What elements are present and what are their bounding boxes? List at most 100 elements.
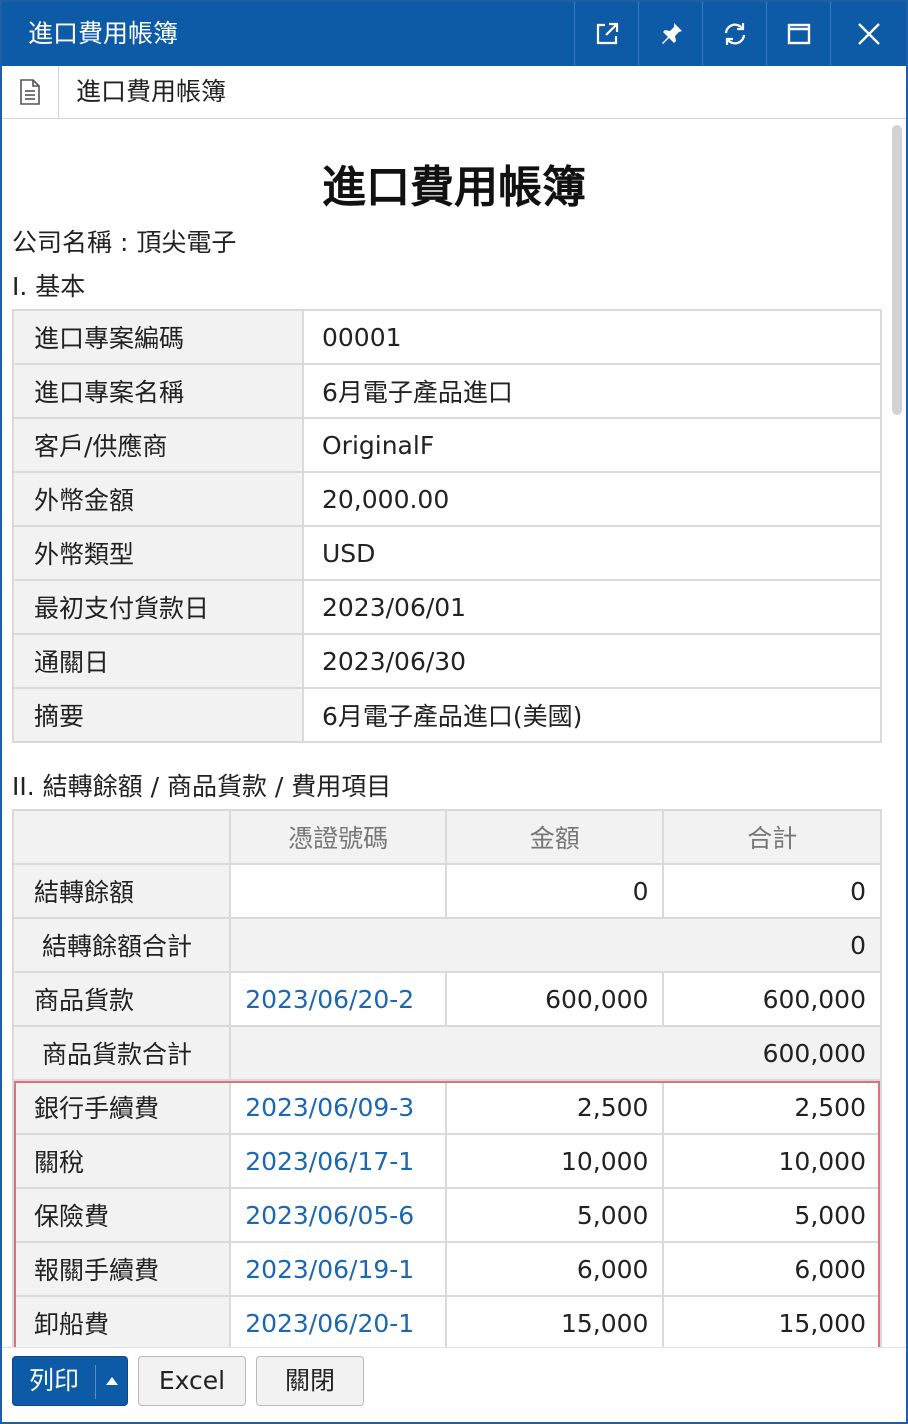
goods-total: 600,000 (662, 971, 882, 1027)
basic-info-value: 6月電子產品進口 (302, 363, 882, 419)
expense-label: 保險費 (11, 1187, 232, 1243)
report-title: 進口費用帳簿 (322, 162, 586, 213)
company-name: 公司名稱 : 頂尖電子 (12, 228, 237, 257)
expense-row: 卸船費 2023/06/20-1 15,000 15,000 (11, 1295, 882, 1347)
expense-total: 10,000 (662, 1133, 882, 1189)
goods-row: 商品貨款 2023/06/20-2 600,000 600,000 (11, 971, 882, 1027)
expense-row: 銀行手續費 2023/06/09-3 2,500 2,500 (11, 1079, 882, 1135)
print-button-label: 列印 (28, 1366, 79, 1395)
basic-info-label: 客戶/供應商 (12, 417, 304, 473)
document-icon (20, 79, 40, 105)
section-ledger-heading: II. 結轉餘額 / 商品貨款 / 費用項目 (12, 772, 392, 801)
ledger-header-row: 憑證號碼 金額 合計 (11, 809, 882, 865)
expense-label: 卸船費 (11, 1295, 232, 1347)
open-new-window-icon (596, 22, 618, 45)
basic-info-row: 進口專案名稱 6月電子產品進口 (12, 363, 882, 419)
caret-up-icon (106, 1377, 118, 1385)
basic-info-label: 通關日 (12, 633, 304, 689)
ledger-header-voucher: 憑證號碼 (229, 809, 447, 865)
basic-info-value: 6月電子產品進口(美國) (302, 687, 882, 743)
print-options-toggle[interactable] (96, 1357, 128, 1405)
expense-row: 關稅 2023/06/17-1 10,000 10,000 (11, 1133, 882, 1189)
expense-voucher-link[interactable]: 2023/06/09-3 (229, 1079, 447, 1135)
refresh-button[interactable] (702, 2, 766, 66)
close-window-button[interactable] (830, 2, 906, 66)
scroll-thumb[interactable] (892, 125, 902, 415)
maximize-button[interactable] (766, 2, 830, 66)
carryover-total: 0 (662, 863, 882, 919)
carryover-amount: 0 (444, 863, 665, 919)
ledger-header-total: 合計 (662, 809, 882, 865)
open-new-window-button[interactable] (574, 2, 638, 66)
expense-label: 銀行手續費 (11, 1079, 232, 1135)
expense-voucher-link[interactable]: 2023/06/20-1 (229, 1295, 447, 1347)
expense-total: 2,500 (662, 1079, 882, 1135)
expense-amount: 5,000 (444, 1187, 665, 1243)
goods-subtotal-value: 600,000 (229, 1025, 882, 1081)
basic-info-label: 進口專案編碼 (12, 309, 304, 365)
basic-info-label: 進口專案名稱 (12, 363, 304, 419)
basic-info-row: 外幣類型 USD (12, 525, 882, 581)
expense-amount: 10,000 (444, 1133, 665, 1189)
footer-toolbar: 列印 Excel 關閉 (2, 1347, 906, 1422)
basic-info-row: 外幣金額 20,000.00 (12, 471, 882, 527)
expense-total: 5,000 (662, 1187, 882, 1243)
close-icon (857, 23, 880, 45)
goods-subtotal-label: 商品貨款合計 (11, 1025, 232, 1081)
basic-info-value: 20,000.00 (302, 471, 882, 527)
document-tab-icon[interactable] (2, 66, 59, 118)
carryover-row: 結轉餘額 0 0 (11, 863, 882, 919)
goods-label: 商品貨款 (11, 971, 232, 1027)
print-button[interactable]: 列印 (12, 1356, 128, 1406)
basic-info-value: OriginalF (302, 417, 882, 473)
close-button[interactable]: 關閉 (256, 1356, 364, 1406)
tab-bar: 進口費用帳簿 (2, 66, 906, 119)
basic-info-value: 00001 (302, 309, 882, 365)
expense-total: 6,000 (662, 1241, 882, 1297)
goods-voucher-link[interactable]: 2023/06/20-2 (229, 971, 447, 1027)
excel-button[interactable]: Excel (138, 1356, 246, 1406)
basic-info-value: USD (302, 525, 882, 581)
expense-row: 保險費 2023/06/05-6 5,000 5,000 (11, 1187, 882, 1243)
ledger-header-amount: 金額 (444, 809, 665, 865)
title-bar: 進口費用帳簿 (2, 2, 906, 66)
refresh-icon (724, 23, 745, 45)
carryover-voucher (229, 863, 447, 919)
basic-info-label: 摘要 (12, 687, 304, 743)
carryover-label: 結轉餘額 (11, 863, 232, 919)
expense-amount: 2,500 (444, 1079, 665, 1135)
basic-info-label: 外幣金額 (12, 471, 304, 527)
goods-subtotal-row: 商品貨款合計 600,000 (11, 1025, 882, 1081)
pin-button[interactable] (638, 2, 702, 66)
basic-info-value: 2023/06/01 (302, 579, 882, 635)
pin-icon (661, 23, 682, 44)
expense-label: 關稅 (11, 1133, 232, 1189)
basic-info-value: 2023/06/30 (302, 633, 882, 689)
basic-info-table: 進口專案編碼 00001 進口專案名稱 6月電子產品進口 客戶/供應商 OriginalF… (12, 309, 882, 743)
goods-amount: 600,000 (444, 971, 665, 1027)
window-title: 進口費用帳簿 (28, 19, 179, 48)
tab-title: 進口費用帳簿 (76, 77, 227, 106)
report-window: 進口費用帳簿 進口費用帳簿 進口費用帳簿 公司名稱: 頂尖電子 I. 基本 進… (0, 0, 908, 1424)
basic-info-row: 最初支付貨款日 2023/06/01 (12, 579, 882, 635)
expense-amount: 6,000 (444, 1241, 665, 1297)
basic-info-label: 最初支付貨款日 (12, 579, 304, 635)
ledger-header-blank (11, 809, 232, 865)
report-content[interactable]: 進口費用帳簿 公司名稱 : 頂尖電子 I. 基本 進口專案編碼 00001 進口專案… (2, 119, 906, 1347)
basic-info-row: 客戶/供應商 OriginalF (12, 417, 882, 473)
maximize-icon (787, 23, 810, 45)
expense-row: 報關手續費 2023/06/19-1 6,000 6,000 (11, 1241, 882, 1297)
expense-label: 報關手續費 (11, 1241, 232, 1297)
carryover-subtotal-row: 結轉餘額合計 0 (11, 917, 882, 973)
section-basic-heading: I. 基本 (12, 272, 86, 301)
basic-info-row: 進口專案編碼 00001 (12, 309, 882, 365)
expense-amount: 15,000 (444, 1295, 665, 1347)
expense-voucher-link[interactable]: 2023/06/19-1 (229, 1241, 447, 1297)
expense-voucher-link[interactable]: 2023/06/17-1 (229, 1133, 447, 1189)
basic-info-label: 外幣類型 (12, 525, 304, 581)
vertical-scrollbar[interactable] (892, 125, 902, 1335)
expense-total: 15,000 (662, 1295, 882, 1347)
basic-info-row: 通關日 2023/06/30 (12, 633, 882, 689)
basic-info-row: 摘要 6月電子產品進口(美國) (12, 687, 882, 743)
expense-voucher-link[interactable]: 2023/06/05-6 (229, 1187, 447, 1243)
